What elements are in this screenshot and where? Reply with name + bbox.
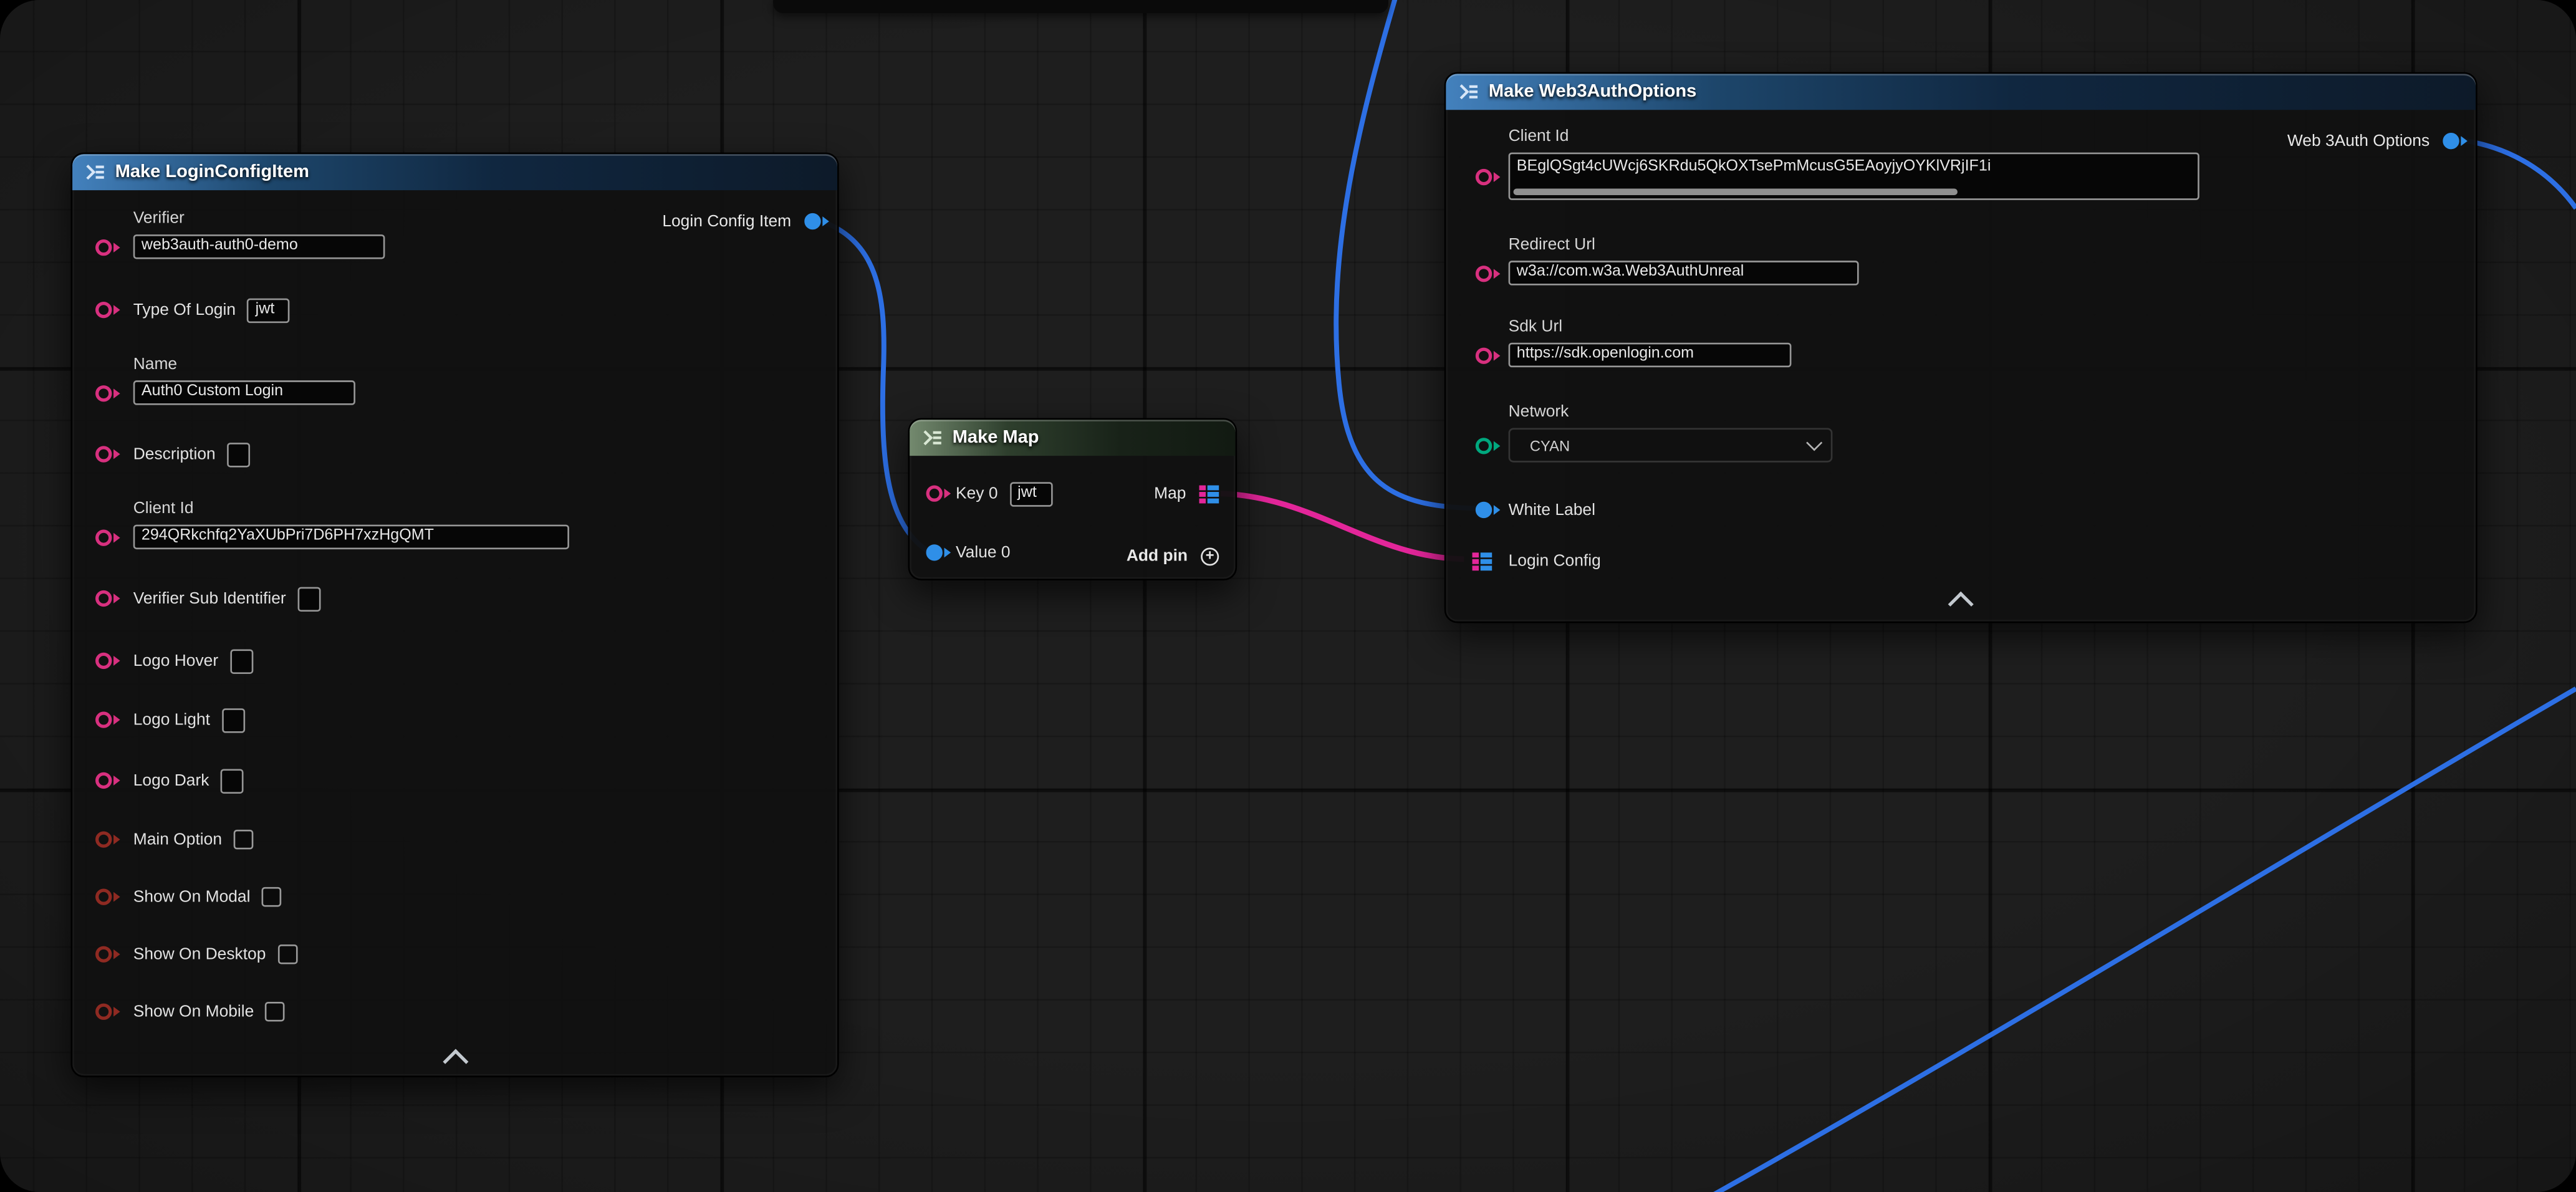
client-id-value: BEglQSgt4cUWcj6SKRdu5QkOXTsePmMcusG5EAoy… [1517, 157, 1991, 175]
node-title: Make LoginConfigItem [115, 162, 309, 182]
pin-key0-input[interactable] [926, 486, 943, 502]
blueprint-editor: Make LoginConfigItem Login Config Item V… [0, 0, 2576, 1192]
verifier-sub-identifier-field[interactable] [297, 586, 320, 610]
client-id-field[interactable]: BEglQSgt4cUWcj6SKRdu5QkOXTsePmMcusG5EAoy… [1509, 153, 2199, 200]
pin-description-input[interactable] [95, 446, 112, 462]
node-title: Make Map [953, 428, 1039, 448]
pin-label: Show On Modal [133, 888, 251, 906]
pin-name-input[interactable] [95, 385, 112, 401]
field-scrollbar[interactable] [1514, 188, 1958, 195]
wire-offscreen-diagonal[interactable] [1713, 689, 2576, 1192]
pin-map-output[interactable] [1199, 484, 1219, 502]
pin-logo-dark-input[interactable] [95, 772, 112, 789]
key0-field[interactable]: jwt [1009, 481, 1052, 506]
node-title: Make Web3AuthOptions [1489, 82, 1696, 102]
pin-show-on-desktop-input[interactable] [95, 946, 112, 963]
pin-label: Value 0 [956, 544, 1011, 562]
pin-logo-light-input[interactable] [95, 711, 112, 728]
main-option-checkbox[interactable] [233, 830, 253, 850]
pin-web3auth-options-output[interactable] [2443, 133, 2459, 149]
pin-label: Verifier [133, 210, 385, 228]
pin-label: Verifier Sub Identifier [133, 590, 286, 608]
pin-verifier-sub-identifier-input[interactable] [95, 590, 112, 607]
logo-dark-field[interactable] [221, 768, 244, 792]
logo-light-field[interactable] [221, 708, 244, 732]
add-pin-button[interactable] [1201, 547, 1219, 565]
pin-client-id-input[interactable] [1476, 168, 1492, 185]
pin-label: Network [1509, 403, 1833, 421]
pin-value0-input[interactable] [926, 544, 943, 560]
node-header[interactable]: Make LoginConfigItem [72, 154, 837, 190]
network-dropdown[interactable]: CYAN [1509, 428, 1833, 462]
pin-client-id-input[interactable] [95, 529, 112, 545]
type-of-login-field[interactable]: jwt [247, 297, 290, 322]
pin-label: Show On Mobile [133, 1002, 254, 1021]
make-struct-icon [85, 162, 105, 182]
pin-type-of-login-input[interactable] [95, 302, 112, 318]
pin-label: Login Config [1509, 552, 1601, 570]
wire-map-to-loginconfig[interactable] [1221, 494, 1464, 559]
node-make-web3authoptions[interactable]: Make Web3AuthOptions Web 3Auth Options C… [1444, 72, 2477, 623]
chevron-down-icon [1806, 435, 1822, 451]
make-struct-icon [1459, 82, 1479, 102]
pin-label: Sdk Url [1509, 318, 1792, 336]
pin-label: Client Id [133, 500, 569, 518]
offscreen-node-top-edge[interactable] [773, 0, 1388, 13]
sdk-url-field[interactable]: https://sdk.openlogin.com [1509, 343, 1792, 367]
client-id-field[interactable]: 294QRkchfq2YaXUbPri7D6PH7xzHgQMT [133, 525, 569, 549]
pin-label: Logo Hover [133, 651, 218, 670]
pin-verifier-input[interactable] [95, 239, 112, 255]
pin-white-label-input[interactable] [1476, 502, 1492, 518]
network-value: CYAN [1530, 437, 1570, 453]
node-header[interactable]: Make Map [910, 420, 1235, 456]
pin-label: Client Id [1509, 128, 2199, 146]
pin-show-on-mobile-input[interactable] [95, 1004, 112, 1020]
pin-label: Logo Light [133, 711, 210, 729]
collapse-chevron-icon[interactable] [1948, 592, 1974, 617]
pin-label: Logo Dark [133, 771, 209, 789]
pin-label: Name [133, 356, 355, 374]
verifier-field[interactable]: web3auth-auth0-demo [133, 234, 385, 259]
pin-redirect-url-input[interactable] [1476, 265, 1492, 281]
pin-logo-hover-input[interactable] [95, 653, 112, 669]
show-on-desktop-checkbox[interactable] [277, 944, 297, 964]
output-pin-label: Login Config Item [662, 213, 791, 231]
name-field[interactable]: Auth0 Custom Login [133, 380, 355, 405]
output-pin-label: Map [1154, 484, 1186, 502]
pin-label: Description [133, 445, 216, 463]
show-on-mobile-checkbox[interactable] [266, 1002, 286, 1022]
node-make-map[interactable]: Make Map Key 0 jwt Map Value 0 Add pin [908, 418, 1238, 580]
pin-label: Main Option [133, 830, 222, 848]
pin-main-option-input[interactable] [95, 831, 112, 847]
pin-label: Show On Desktop [133, 945, 266, 963]
logo-hover-field[interactable] [230, 648, 253, 673]
redirect-url-field[interactable]: w3a://com.w3a.Web3AuthUnreal [1509, 261, 1859, 285]
pin-label: Type Of Login [133, 301, 236, 319]
pin-network-input[interactable] [1476, 437, 1492, 453]
show-on-modal-checkbox[interactable] [262, 887, 282, 907]
pin-label: White Label [1509, 501, 1595, 519]
pin-login-config-item-output[interactable] [804, 213, 820, 229]
pin-label: Redirect Url [1509, 236, 1859, 254]
output-pin-label: Web 3Auth Options [2287, 132, 2429, 150]
pin-login-config-input[interactable] [1473, 552, 1492, 570]
pin-show-on-modal-input[interactable] [95, 889, 112, 905]
blueprint-canvas[interactable]: Make LoginConfigItem Login Config Item V… [0, 0, 2576, 1192]
node-make-loginconfigitem[interactable]: Make LoginConfigItem Login Config Item V… [70, 153, 839, 1077]
description-field[interactable] [227, 442, 250, 466]
make-map-icon [923, 428, 943, 448]
node-header[interactable]: Make Web3AuthOptions [1446, 74, 2476, 110]
add-pin-label: Add pin [1127, 547, 1188, 565]
collapse-chevron-icon[interactable] [442, 1049, 468, 1075]
pin-label: Key 0 [956, 484, 997, 502]
pin-sdk-url-input[interactable] [1476, 347, 1492, 363]
